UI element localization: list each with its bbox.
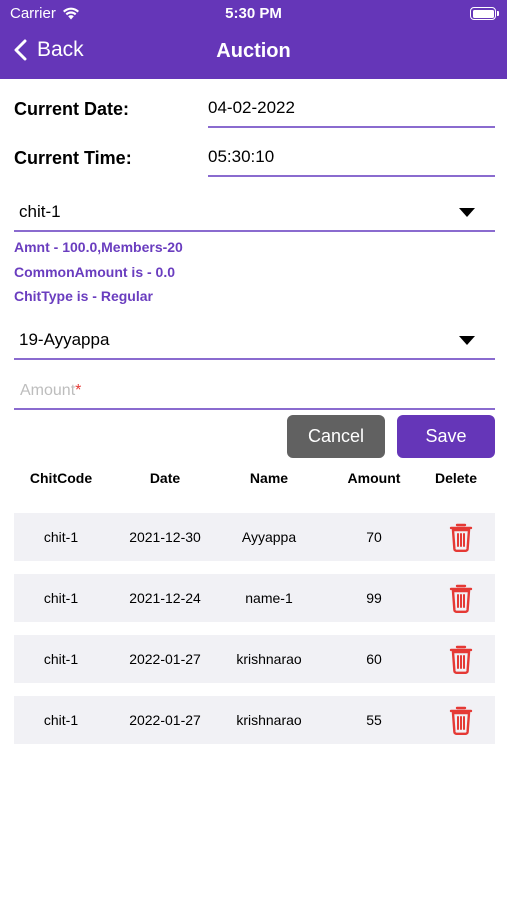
caret-down-icon bbox=[459, 208, 475, 217]
chit-info-amount: Amnt - 100.0,Members-20 bbox=[14, 239, 183, 255]
cell-date: 2021-12-24 bbox=[129, 590, 201, 606]
chit-info-common-amount: CommonAmount is - 0.0 bbox=[14, 264, 176, 280]
cell-name: name-1 bbox=[245, 590, 293, 606]
chit-select-value: chit-1 bbox=[19, 202, 61, 221]
chit-info-type: ChitType is - Regular bbox=[14, 288, 153, 304]
trash-icon[interactable] bbox=[447, 583, 475, 613]
status-bar: Carrier 5:30 PM bbox=[0, 0, 507, 28]
cell-amount: 99 bbox=[366, 590, 382, 606]
table-header: ChitCode Date Name Amount Delete bbox=[14, 470, 495, 494]
current-time-value: 05:30:10 bbox=[208, 147, 275, 166]
table-row: chit-1 2022-01-27 krishnarao 60 bbox=[14, 635, 495, 683]
cell-amount: 70 bbox=[366, 529, 382, 545]
cell-amount: 60 bbox=[366, 651, 382, 667]
cell-date: 2021-12-30 bbox=[129, 529, 201, 545]
cell-date: 2022-01-27 bbox=[129, 712, 201, 728]
cancel-button[interactable]: Cancel bbox=[287, 415, 385, 458]
current-time-label: Current Time: bbox=[14, 148, 132, 168]
cell-name: krishnarao bbox=[236, 651, 302, 667]
cell-amount: 55 bbox=[366, 712, 382, 728]
cell-chitcode: chit-1 bbox=[43, 529, 79, 545]
current-time-field[interactable]: 05:30:10 bbox=[208, 147, 495, 177]
cell-name: Ayyappa bbox=[241, 529, 297, 545]
trash-icon[interactable] bbox=[447, 644, 475, 674]
caret-down-icon bbox=[459, 336, 475, 345]
table-row: chit-1 2021-12-30 Ayyappa 70 bbox=[14, 513, 495, 561]
battery-icon bbox=[470, 7, 499, 20]
cell-name: krishnarao bbox=[236, 712, 302, 728]
member-select[interactable]: 19-Ayyappa bbox=[14, 320, 495, 360]
trash-icon[interactable] bbox=[447, 522, 475, 552]
current-date-value: 04-02-2022 bbox=[208, 98, 295, 117]
chit-select[interactable]: chit-1 bbox=[14, 192, 495, 232]
cell-chitcode: chit-1 bbox=[43, 712, 79, 728]
header-chitcode: ChitCode bbox=[29, 470, 93, 486]
page-title: Auction bbox=[216, 40, 291, 62]
navigation-bar: Carrier 5:30 PM Back Auction bbox=[0, 0, 507, 79]
current-date-label: Current Date: bbox=[14, 99, 130, 119]
header-name: Name bbox=[249, 470, 289, 486]
table-row: chit-1 2022-01-27 krishnarao 55 bbox=[14, 696, 495, 744]
member-select-value: 19-Ayyappa bbox=[19, 330, 110, 349]
current-date-field[interactable]: 04-02-2022 bbox=[208, 98, 495, 128]
cell-date: 2022-01-27 bbox=[129, 651, 201, 667]
cell-chitcode: chit-1 bbox=[43, 651, 79, 667]
amount-field[interactable]: Amount* bbox=[14, 373, 495, 410]
save-button[interactable]: Save bbox=[397, 415, 495, 458]
header-amount: Amount bbox=[347, 470, 401, 486]
header-date: Date bbox=[149, 470, 181, 486]
cell-chitcode: chit-1 bbox=[43, 590, 79, 606]
table-row: chit-1 2021-12-24 name-1 99 bbox=[14, 574, 495, 622]
trash-icon[interactable] bbox=[447, 705, 475, 735]
header-delete: Delete bbox=[434, 470, 478, 486]
amount-input[interactable] bbox=[14, 373, 495, 407]
status-time: 5:30 PM bbox=[225, 5, 282, 22]
